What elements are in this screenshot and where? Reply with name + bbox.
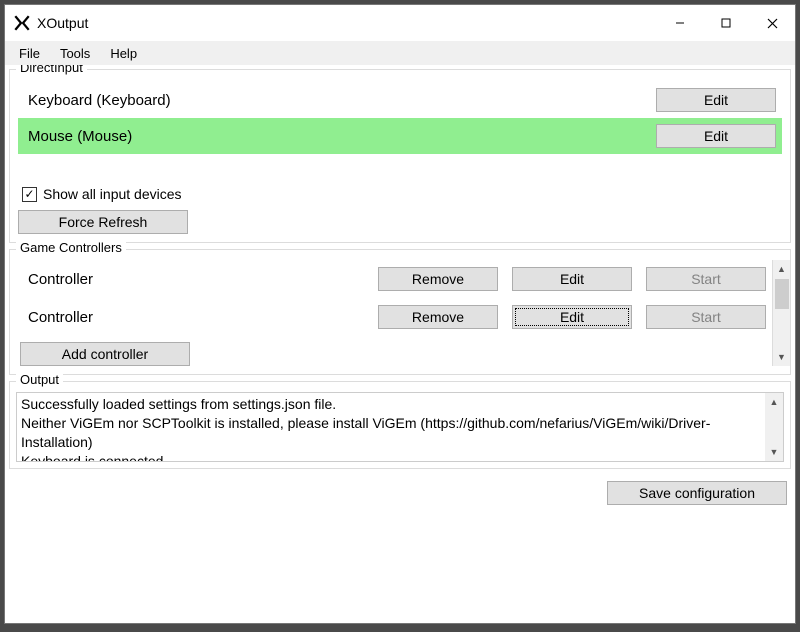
device-label: Keyboard (Keyboard) [24,92,656,109]
output-label: Output [16,372,63,387]
output-scrollbar[interactable]: ▲ ▼ [765,393,783,461]
output-text: Successfully loaded settings from settin… [17,393,765,461]
scroll-up-icon[interactable]: ▲ [773,260,790,278]
remove-button[interactable]: Remove [378,305,498,329]
scroll-thumb[interactable] [775,279,789,309]
device-row-mouse[interactable]: Mouse (Mouse) Edit [18,118,782,154]
show-all-label: Show all input devices [43,186,182,202]
app-icon [13,14,31,32]
controllers-scrollbar[interactable]: ▲ ▼ [772,260,790,366]
show-all-row: ✓ Show all input devices [18,180,782,210]
force-refresh-button[interactable]: Force Refresh [18,210,188,234]
device-row-keyboard[interactable]: Keyboard (Keyboard) Edit [18,82,782,118]
edit-button[interactable]: Edit [512,267,632,291]
controller-row: Controller Remove Edit Start [18,260,772,298]
output-group: Output Successfully loaded settings from… [9,381,791,469]
device-label: Mouse (Mouse) [24,128,656,145]
menu-bar: File Tools Help [5,41,795,65]
controller-row: Controller Remove Edit Start [18,298,772,336]
menu-file[interactable]: File [9,44,50,63]
edit-button[interactable]: Edit [656,124,776,148]
title-bar: XOutput [5,5,795,41]
show-all-checkbox[interactable]: ✓ [22,187,37,202]
maximize-button[interactable] [703,8,749,38]
footer: Save configuration [9,475,791,509]
directinput-label: DirectInput [16,65,87,75]
menu-help[interactable]: Help [100,44,147,63]
controller-label: Controller [24,309,364,326]
remove-button[interactable]: Remove [378,267,498,291]
minimize-button[interactable] [657,8,703,38]
scroll-down-icon[interactable]: ▼ [773,348,790,366]
add-controller-button[interactable]: Add controller [20,342,190,366]
edit-button[interactable]: Edit [512,305,632,329]
app-window: XOutput File Tools Help DirectInput Keyb… [4,4,796,624]
gamecontrollers-label: Game Controllers [16,240,126,255]
start-button[interactable]: Start [646,305,766,329]
menu-tools[interactable]: Tools [50,44,100,63]
directinput-group: DirectInput Keyboard (Keyboard) Edit Mou… [9,69,791,243]
client-area: DirectInput Keyboard (Keyboard) Edit Mou… [5,65,795,623]
close-button[interactable] [749,8,795,38]
edit-button[interactable]: Edit [656,88,776,112]
scroll-down-icon[interactable]: ▼ [765,443,783,461]
controller-label: Controller [24,271,364,288]
save-configuration-button[interactable]: Save configuration [607,481,787,505]
scroll-up-icon[interactable]: ▲ [765,393,783,411]
output-textbox[interactable]: Successfully loaded settings from settin… [16,392,784,462]
gamecontrollers-group: Game Controllers Controller Remove Edit … [9,249,791,375]
window-title: XOutput [37,15,88,31]
start-button[interactable]: Start [646,267,766,291]
